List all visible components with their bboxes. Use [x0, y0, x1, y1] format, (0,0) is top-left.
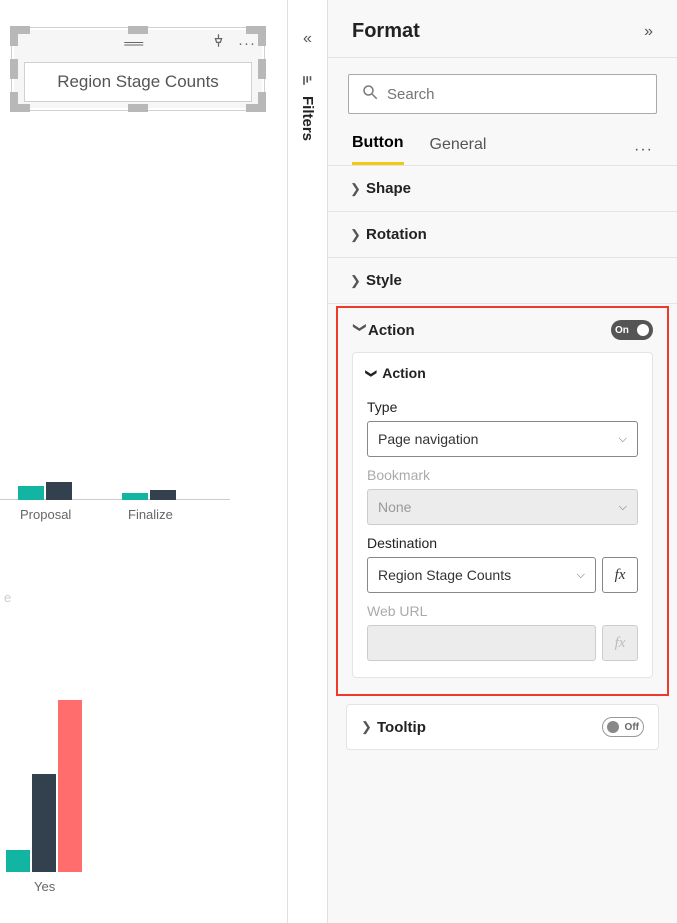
pin-icon[interactable]	[211, 33, 226, 53]
destination-fx-button[interactable]: fx	[602, 557, 638, 593]
destination-label: Destination	[367, 535, 638, 551]
destination-select[interactable]: Region Stage Counts ⌵	[367, 557, 596, 593]
chevron-right-icon: ❯	[350, 273, 366, 289]
filters-pane-collapsed[interactable]: « Filters	[288, 0, 328, 923]
expand-filters-icon[interactable]: «	[303, 30, 312, 48]
button-visual-selected[interactable]: ══ ··· Region Stage Counts	[12, 28, 264, 110]
format-pane-header: Format »	[328, 0, 677, 57]
weburl-fx-button: fx	[602, 625, 638, 661]
ellipsis-icon[interactable]: ···	[238, 35, 256, 52]
action-section-highlight: ❯ Action On ❯ Action Type Page navigatio…	[336, 306, 669, 696]
format-pane-title: Format	[352, 20, 644, 43]
weburl-label: Web URL	[367, 603, 638, 619]
section-style[interactable]: ❯ Style	[328, 258, 677, 303]
type-select[interactable]: Page navigation ⌵	[367, 421, 638, 457]
chevron-right-icon: ❯	[350, 227, 366, 243]
chevron-down-icon: ⌵	[619, 501, 627, 514]
type-label: Type	[367, 399, 638, 415]
axis-label-fragment: e	[4, 590, 11, 605]
chevron-down-icon: ⌵	[577, 569, 585, 582]
chart-fragment-proposal-finalize: Proposal Finalize	[0, 460, 230, 530]
bookmark-label: Bookmark	[367, 467, 638, 483]
format-tabs: Button General ···	[328, 124, 677, 165]
tabs-more-icon[interactable]: ···	[634, 141, 653, 159]
expand-pane-icon[interactable]: »	[644, 23, 653, 41]
filters-rail-label: Filters	[299, 96, 316, 141]
section-tooltip[interactable]: ❯ Tooltip Off	[347, 705, 658, 749]
action-sub-header[interactable]: ❯ Action	[367, 365, 638, 389]
search-icon	[361, 83, 379, 106]
chart-fragment-yes: Yes	[0, 670, 130, 900]
bookmark-select: None ⌵	[367, 489, 638, 525]
weburl-input	[367, 625, 596, 661]
section-action[interactable]: ❯ Action On	[342, 312, 663, 346]
section-shape[interactable]: ❯ Shape	[328, 166, 677, 211]
section-rotation[interactable]: ❯ Rotation	[328, 212, 677, 257]
chevron-down-icon: ❯	[352, 322, 368, 338]
chevron-right-icon: ❯	[361, 719, 377, 735]
search-box[interactable]	[348, 74, 657, 114]
search-input[interactable]	[387, 86, 644, 103]
chevron-right-icon: ❯	[350, 181, 366, 197]
tooltip-toggle[interactable]: Off	[602, 717, 644, 737]
action-card: ❯ Action Type Page navigation ⌵ Bookmark…	[352, 352, 653, 678]
filter-icon	[301, 74, 314, 90]
tooltip-card: ❯ Tooltip Off	[346, 704, 659, 750]
action-toggle[interactable]: On	[611, 320, 653, 340]
report-canvas[interactable]: ══ ··· Region Stage Counts Proposal Fina…	[0, 0, 288, 923]
grip-icon[interactable]: ══	[124, 35, 142, 51]
button-title[interactable]: Region Stage Counts	[24, 62, 252, 102]
chevron-down-icon: ⌵	[619, 433, 627, 446]
format-pane: Format » Button General ··· ❯ Shape ❯ Ro…	[328, 0, 677, 923]
tab-button[interactable]: Button	[352, 134, 404, 165]
tab-general[interactable]: General	[430, 136, 487, 164]
chevron-down-icon: ❯	[365, 368, 378, 377]
